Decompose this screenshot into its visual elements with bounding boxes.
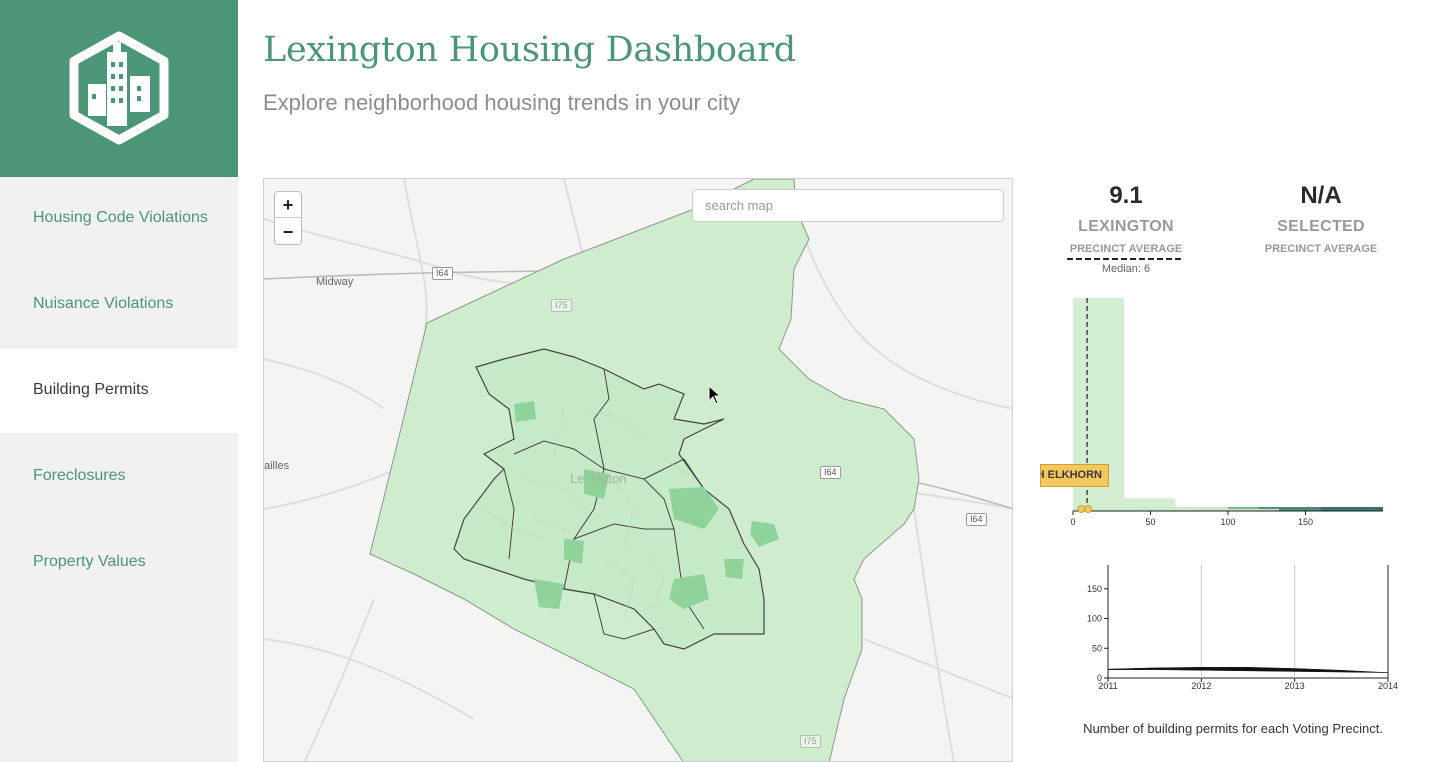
map-place-label: ailles xyxy=(264,460,290,472)
y-tick-label: 100 xyxy=(1087,614,1102,624)
sidebar-item-label: Property Values xyxy=(33,553,146,570)
histogram-bar xyxy=(1175,506,1228,511)
road-shield: I64 xyxy=(432,267,453,280)
cursor-pointer-icon xyxy=(708,385,722,405)
sidebar-item-label: Nuisance Violations xyxy=(33,295,174,312)
zoom-control: + − xyxy=(274,191,302,245)
median-handle xyxy=(1077,505,1086,513)
y-tick-label: 150 xyxy=(1087,584,1102,594)
sidebar: Housing Code Violations Nuisance Violati… xyxy=(0,0,238,762)
sidebar-item-label: Building Permits xyxy=(33,381,149,398)
sidebar-item-label: Foreclosures xyxy=(33,467,126,484)
permits-area-series xyxy=(1107,667,1389,673)
lexington-average-value: 9.1 xyxy=(1109,182,1143,209)
x-tick-label: 100 xyxy=(1220,517,1235,527)
sidebar-item-property-values[interactable]: Property Values xyxy=(0,521,238,605)
search-input[interactable] xyxy=(692,189,1004,222)
map[interactable]: + − Midway ailles Lexington I64 I75 I64 … xyxy=(263,178,1013,762)
histogram-chart[interactable]: 0 50 100 150 xyxy=(1060,290,1400,530)
page-subtitle: Explore neighborhood housing trends in y… xyxy=(263,90,740,115)
x-tick-label: 0 xyxy=(1070,517,1075,527)
road-shield: I64 xyxy=(820,466,841,479)
logo xyxy=(0,0,238,177)
sidebar-item-housing-code-violations[interactable]: Housing Code Violations xyxy=(0,177,238,261)
page-title: Lexington Housing Dashboard xyxy=(263,30,796,70)
chart-caption: Number of building permits for each Voti… xyxy=(1083,721,1383,736)
x-tick-label: 150 xyxy=(1298,517,1313,527)
sidebar-item-building-permits[interactable]: Building Permits xyxy=(0,349,238,433)
sidebar-item-foreclosures[interactable]: Foreclosures xyxy=(0,435,238,519)
x-tick-label: 2012 xyxy=(1191,681,1211,691)
map-canvas[interactable] xyxy=(264,179,1013,762)
x-tick-label: 50 xyxy=(1145,517,1155,527)
map-place-label: Lexington xyxy=(570,471,627,486)
building-logo-icon xyxy=(69,31,169,145)
zoom-in-button[interactable]: + xyxy=(275,192,301,218)
precinct-tooltip: NORTH ELKHORN xyxy=(1040,464,1109,487)
map-place-label: Midway xyxy=(316,276,354,288)
color-scale-swatch xyxy=(1321,507,1383,511)
sidebar-item-nuisance-violations[interactable]: Nuisance Violations xyxy=(0,263,238,347)
x-tick-label: 2014 xyxy=(1378,681,1398,691)
selected-precinct-average-label: PRECINCT AVERAGE xyxy=(1264,243,1378,255)
zoom-out-button[interactable]: − xyxy=(275,219,301,245)
selected-label: SELECTED xyxy=(1277,218,1365,235)
median-dash-legend xyxy=(1067,258,1183,260)
road-shield: I64 xyxy=(966,513,987,526)
lexington-precinct-average-label: PRECINCT AVERAGE xyxy=(1069,243,1183,255)
median-label: Median: 6 xyxy=(1101,263,1151,275)
lexington-label: LEXINGTON xyxy=(1078,218,1174,235)
y-tick-label: 50 xyxy=(1092,643,1102,653)
y-tick-label: 0 xyxy=(1097,673,1102,683)
x-tick-label: 2013 xyxy=(1285,681,1305,691)
selected-average-value: N/A xyxy=(1300,182,1342,209)
mean-handle xyxy=(1084,505,1093,513)
permits-timeseries-chart[interactable]: 2011 2012 2013 2014050100150 xyxy=(1070,560,1410,700)
histogram-bar xyxy=(1124,498,1176,511)
road-shield: I75 xyxy=(800,735,821,748)
sidebar-item-label: Housing Code Violations xyxy=(33,209,208,226)
road-shield: I75 xyxy=(551,299,572,312)
